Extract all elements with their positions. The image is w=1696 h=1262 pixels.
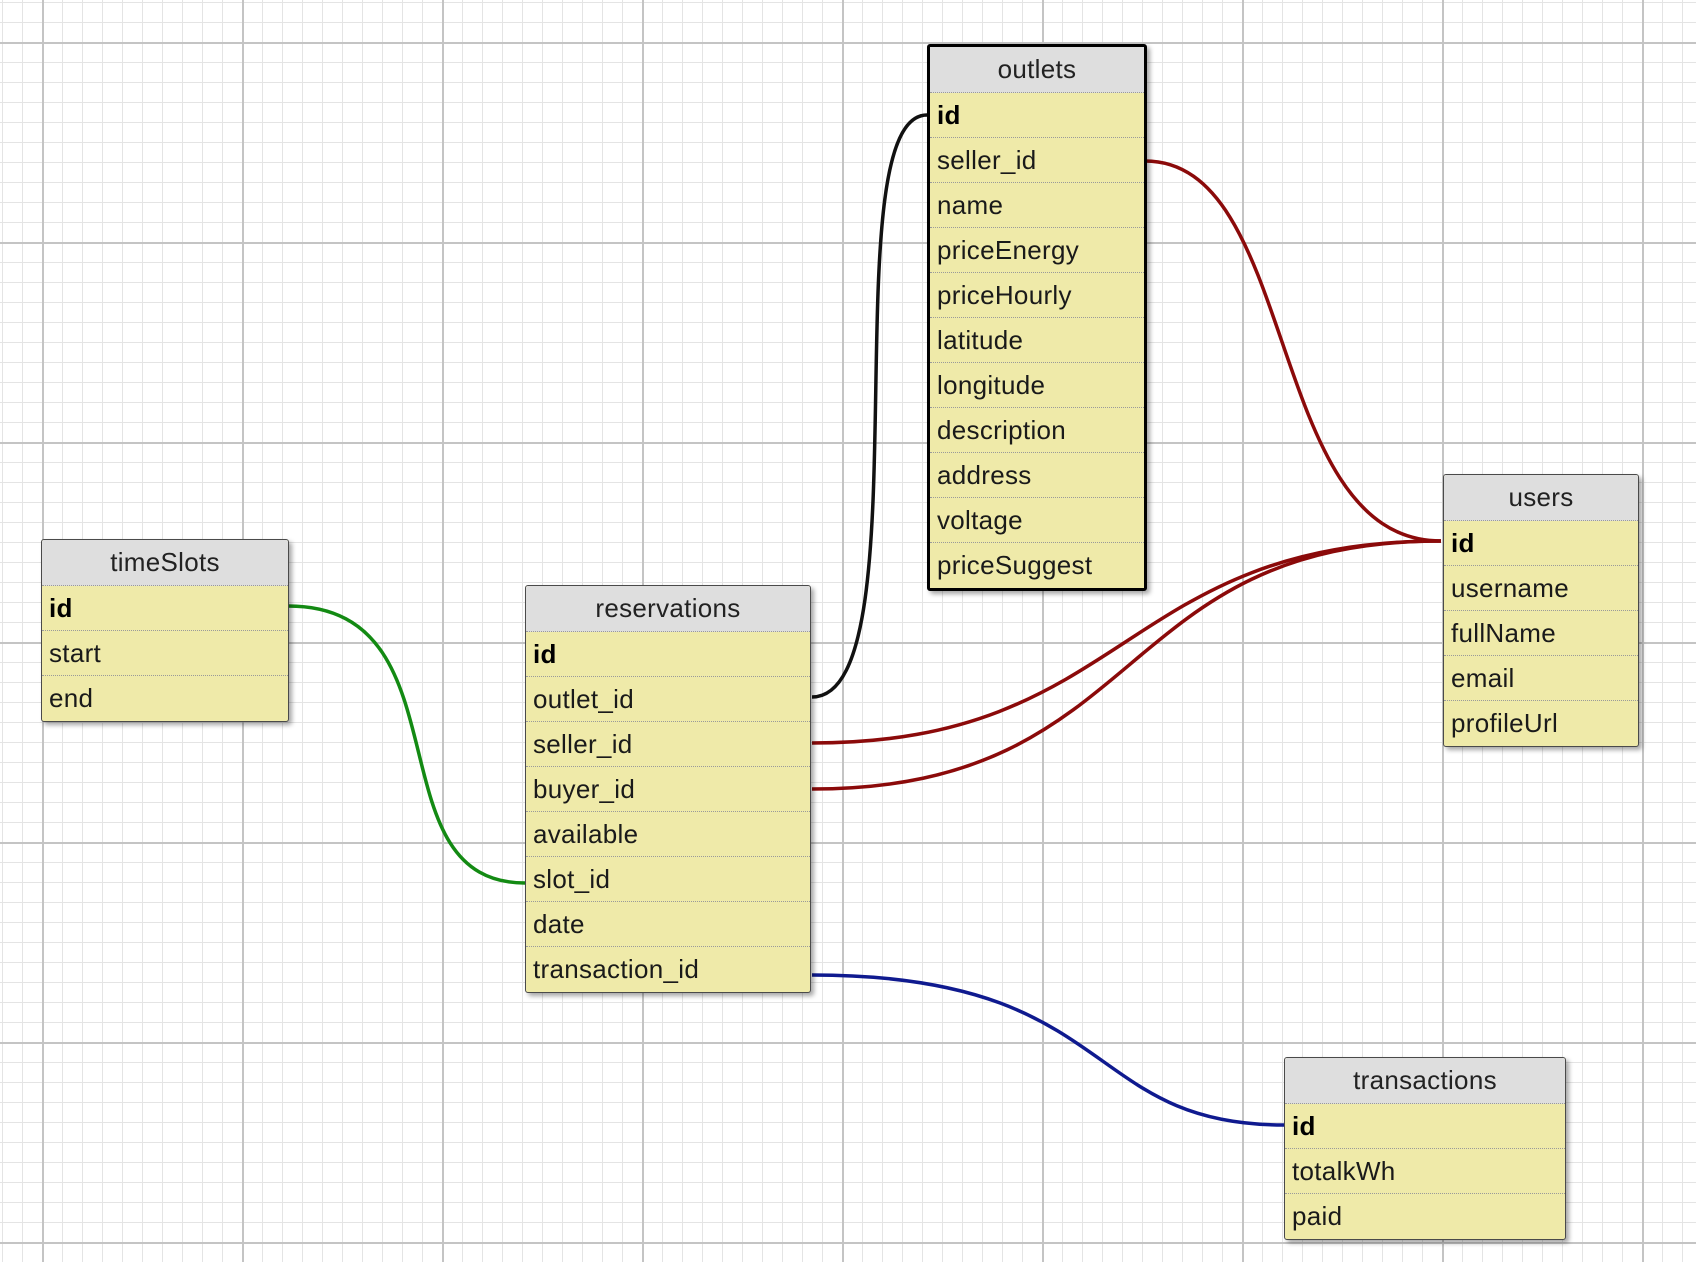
- field-transaction-id[interactable]: transaction_id: [526, 947, 810, 992]
- table-users[interactable]: users id username fullName email profile…: [1443, 474, 1639, 747]
- field-paid[interactable]: paid: [1285, 1194, 1565, 1239]
- table-title: outlets: [930, 47, 1144, 93]
- table-title: timeSlots: [42, 540, 288, 586]
- field-email[interactable]: email: [1444, 656, 1638, 701]
- field-price-suggest[interactable]: priceSuggest: [930, 543, 1144, 588]
- table-title: reservations: [526, 586, 810, 632]
- field-available[interactable]: available: [526, 812, 810, 857]
- table-title: users: [1444, 475, 1638, 521]
- table-transactions[interactable]: transactions id totalkWh paid: [1284, 1057, 1566, 1240]
- relation-timeslots-id-to-reservations-slot: [287, 604, 526, 885]
- field-slot-id[interactable]: slot_id: [526, 857, 810, 902]
- field-outlet-id[interactable]: outlet_id: [526, 677, 810, 722]
- table-timeslots[interactable]: timeSlots id start end: [41, 539, 289, 722]
- field-buyer-id[interactable]: buyer_id: [526, 767, 810, 812]
- field-full-name[interactable]: fullName: [1444, 611, 1638, 656]
- field-id[interactable]: id: [1444, 521, 1638, 566]
- field-description[interactable]: description: [930, 408, 1144, 453]
- relation-reservations-transaction-to-transactions-id: [811, 973, 1285, 1127]
- field-voltage[interactable]: voltage: [930, 498, 1144, 543]
- field-id[interactable]: id: [1285, 1104, 1565, 1149]
- field-seller-id[interactable]: seller_id: [930, 138, 1144, 183]
- field-date[interactable]: date: [526, 902, 810, 947]
- relation-outlets-seller-to-users-id: [1144, 159, 1442, 543]
- relation-reservations-outlet-to-outlets-id: [811, 113, 928, 699]
- field-id[interactable]: id: [42, 586, 288, 631]
- field-latitude[interactable]: latitude: [930, 318, 1144, 363]
- table-reservations[interactable]: reservations id outlet_id seller_id buye…: [525, 585, 811, 993]
- field-id[interactable]: id: [930, 93, 1144, 138]
- field-start[interactable]: start: [42, 631, 288, 676]
- table-outlets[interactable]: outlets id seller_id name priceEnergy pr…: [927, 44, 1147, 591]
- field-seller-id[interactable]: seller_id: [526, 722, 810, 767]
- field-total-kwh[interactable]: totalkWh: [1285, 1149, 1565, 1194]
- field-price-energy[interactable]: priceEnergy: [930, 228, 1144, 273]
- field-username[interactable]: username: [1444, 566, 1638, 611]
- field-id[interactable]: id: [526, 632, 810, 677]
- table-title: transactions: [1285, 1058, 1565, 1104]
- field-address[interactable]: address: [930, 453, 1144, 498]
- field-end[interactable]: end: [42, 676, 288, 721]
- field-longitude[interactable]: longitude: [930, 363, 1144, 408]
- field-profile-url[interactable]: profileUrl: [1444, 701, 1638, 746]
- field-price-hourly[interactable]: priceHourly: [930, 273, 1144, 318]
- field-name[interactable]: name: [930, 183, 1144, 228]
